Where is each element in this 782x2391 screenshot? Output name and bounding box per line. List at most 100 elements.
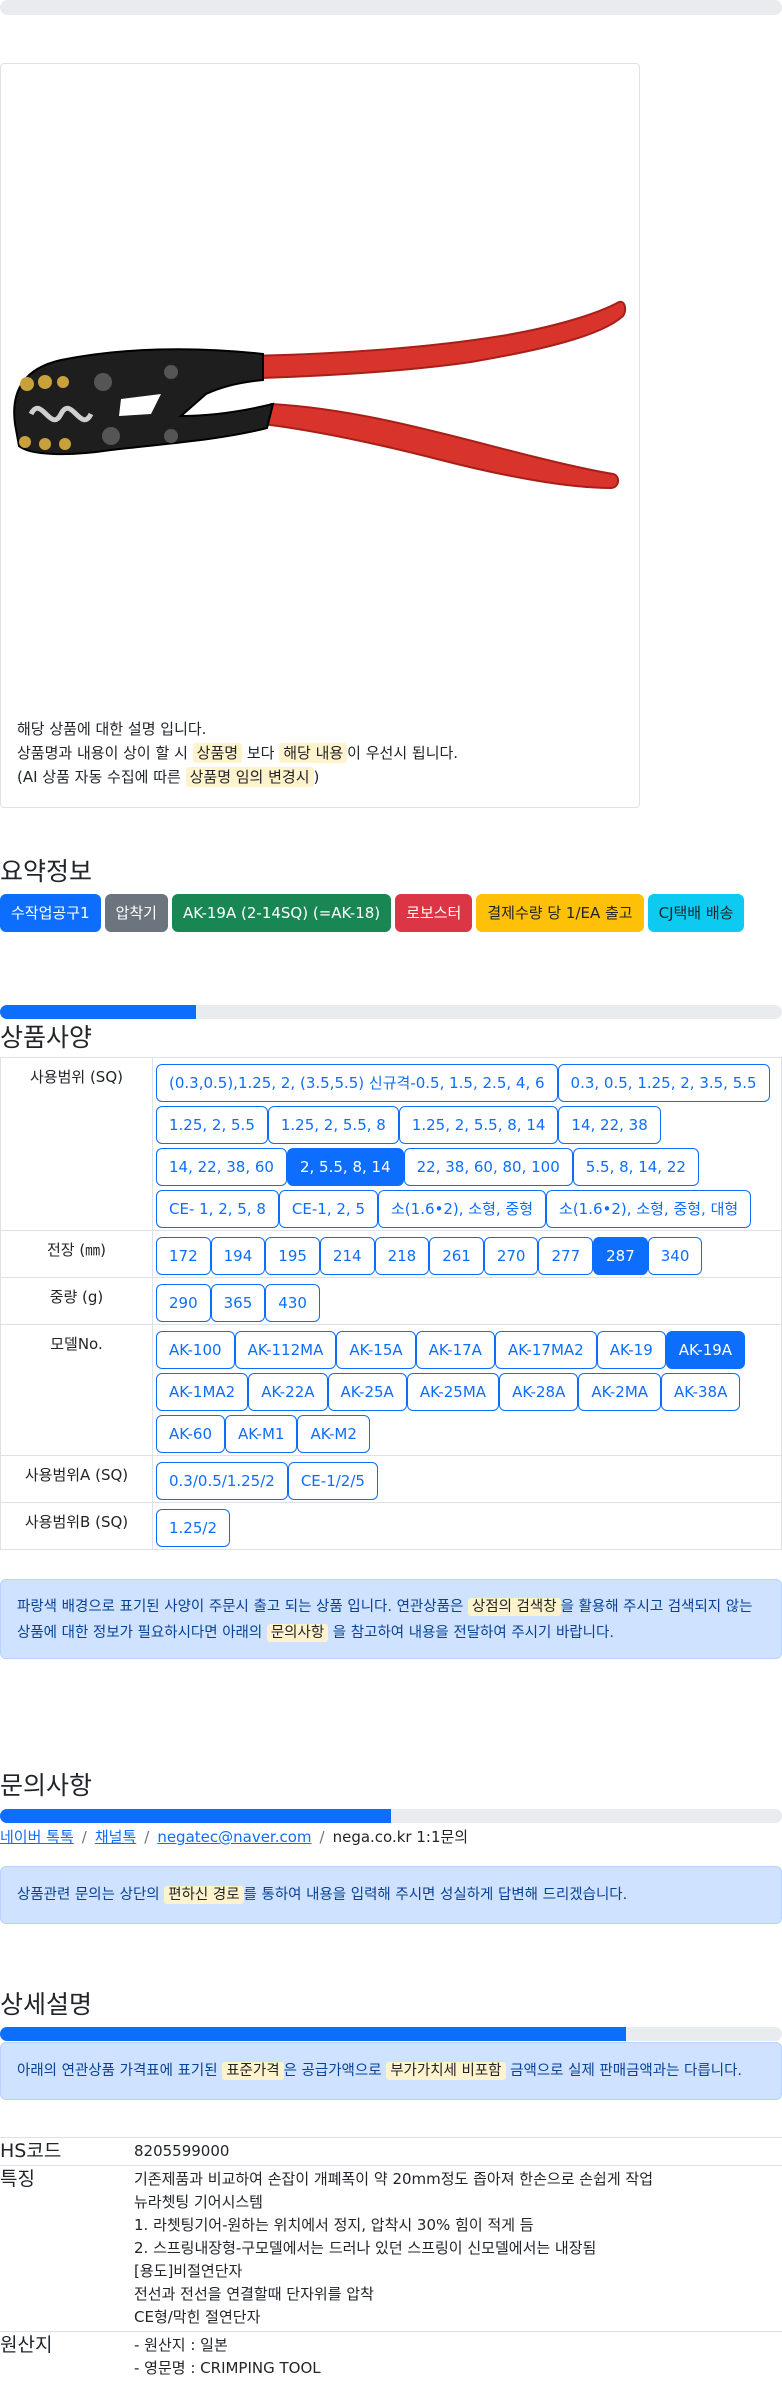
info-row: HS코드 8205599000 <box>0 2137 782 2166</box>
spec-option-button[interactable]: 1.25, 2, 5.5, 8, 14 <box>398 1106 559 1144</box>
notice-text: 이 우선시 됩니다. <box>347 744 459 762</box>
crimping-tool-image <box>13 300 627 490</box>
info-value-line: 전선과 전선을 연결할때 단자위를 압착 <box>134 2285 374 2303</box>
summary-badge: 압착기 <box>104 894 168 932</box>
spec-option-button[interactable]: 1.25, 2, 5.5, 8 <box>267 1106 399 1144</box>
spec-options: 0.3/0.5/1.25/2 CE-1/2/5 <box>152 1455 782 1503</box>
spec-option-button[interactable]: AK-112MA <box>234 1331 337 1369</box>
spec-option-button[interactable]: CE-1/2/5 <box>287 1462 378 1500</box>
summary-badge: AK-19A (2-14SQ) (=AK-18) <box>171 894 392 932</box>
spec-options: 1.25/2 <box>152 1502 782 1550</box>
spec-option-button[interactable]: CE- 1, 2, 5, 8 <box>156 1190 279 1228</box>
spec-option-button[interactable]: AK-17A <box>415 1331 495 1369</box>
spec-options: 172 194 195 214 218 261 270 277 287 340 <box>152 1230 782 1278</box>
spec-option-button[interactable]: 194 <box>210 1237 266 1275</box>
spec-option-button[interactable]: 0.3, 0.5, 1.25, 2, 3.5, 5.5 <box>557 1064 770 1102</box>
spec-option-button[interactable]: 14, 22, 38 <box>558 1106 661 1144</box>
spec-option-button[interactable]: AK-M1 <box>225 1415 298 1453</box>
spec-row: 사용범위B (SQ) 1.25/2 <box>0 1502 782 1550</box>
spec-options: (0.3,0.5),1.25, 2, (3.5,5.5) 신규격-0.5, 1.… <box>152 1057 782 1231</box>
spec-option-button[interactable]: AK-28A <box>499 1373 579 1411</box>
spec-option-button[interactable]: 172 <box>156 1237 211 1275</box>
spec-option-button[interactable]: 365 <box>210 1284 266 1322</box>
breadcrumb-separator: / <box>81 1828 87 1846</box>
highlight-text: 상점의 검색창 <box>467 1598 561 1616</box>
spec-option-button[interactable]: AK-38A <box>661 1373 741 1411</box>
spec-option-button[interactable]: 0.3/0.5/1.25/2 <box>156 1462 288 1500</box>
detail-progress-bar <box>0 2027 782 2041</box>
inquiry-link[interactable]: negatec@naver.com <box>157 1828 311 1846</box>
spec-option-button[interactable]: 261 <box>429 1237 484 1275</box>
summary-title: 요약정보 <box>0 857 93 886</box>
info-key: HS코드 <box>0 2137 134 2166</box>
spec-option-button[interactable]: 1.25/2 <box>156 1509 230 1547</box>
spec-label: 전장 (㎜) <box>0 1230 153 1278</box>
spec-option-button[interactable]: 218 <box>374 1237 430 1275</box>
spec-option-button[interactable]: 287 <box>593 1237 648 1275</box>
inquiry-title: 문의사항 <box>0 1771 93 1800</box>
summary-badge: CJ택배 배송 <box>647 894 745 932</box>
spec-option-button[interactable]: 22, 38, 60, 80, 100 <box>403 1148 573 1186</box>
inquiry-channels: 네이버 톡톡 / 채널톡 / negatec@naver.com / nega.co.kr … <box>0 1826 468 1847</box>
spec-option-button[interactable]: AK-25A <box>327 1373 407 1411</box>
summary-badge: 수작업공구1 <box>0 894 101 932</box>
spec-option-button[interactable]: AK-17MA2 <box>494 1331 597 1369</box>
top-progress-bar <box>0 0 782 15</box>
spec-option-button[interactable]: AK-M2 <box>297 1415 370 1453</box>
spec-option-button[interactable]: AK-2MA <box>578 1373 662 1411</box>
detail-title: 상세설명 <box>0 1990 93 2019</box>
spec-option-button[interactable]: AK-19A <box>665 1331 746 1369</box>
summary-badge: 결제수량 당 1/EA 출고 <box>476 894 644 932</box>
spec-option-button[interactable]: 14, 22, 38, 60 <box>156 1148 287 1186</box>
spec-option-button[interactable]: 214 <box>319 1237 375 1275</box>
spec-option-button[interactable]: 소(1.6•2), 소형, 중형 <box>378 1190 547 1228</box>
info-value-line: 기존제품과 비교하여 손잡이 개폐폭이 약 20mm정도 좁아져 한손으로 손쉽… <box>134 2170 654 2188</box>
info-value-line: CE형/막힌 절연단자 <box>134 2308 261 2326</box>
spec-option-button[interactable]: CE-1, 2, 5 <box>278 1190 378 1228</box>
spec-label: 사용범위 (SQ) <box>0 1057 153 1231</box>
spec-option-button[interactable]: 소(1.6•2), 소형, 중형, 대형 <box>546 1190 752 1228</box>
info-value-line: - 영문명 : CRIMPING TOOL <box>134 2359 321 2377</box>
spec-option-button[interactable]: 2, 5.5, 8, 14 <box>286 1148 404 1186</box>
spec-option-button[interactable]: 270 <box>483 1237 539 1275</box>
spec-option-button[interactable]: AK-19 <box>596 1331 666 1369</box>
spec-option-button[interactable]: AK-1MA2 <box>156 1373 249 1411</box>
inquiry-current: nega.co.kr 1:1문의 <box>332 1828 469 1846</box>
specs-table: 사용범위 (SQ) (0.3,0.5),1.25, 2, (3.5,5.5) 신규… <box>0 1057 782 1550</box>
highlight-text: 부가가치세 비포함 <box>386 2062 506 2080</box>
spec-option-button[interactable]: AK-100 <box>156 1331 235 1369</box>
info-value-line: 2. 스프링내장형-구모델에서는 드러나 있던 스프링이 신모델에서는 내장됨 <box>134 2239 597 2257</box>
notice-text: 을 참고하여 내용을 전달하여 주시기 바랍니다. <box>328 1625 614 1641</box>
spec-label: 모델No. <box>0 1324 153 1456</box>
inquiry-link[interactable]: 네이버 톡톡 <box>0 1828 74 1846</box>
product-image-description: 해당 상품에 대한 설명 입니다. 상품명과 내용이 상이 할 시 상품명 보다 … <box>17 717 617 789</box>
spec-option-button[interactable]: (0.3,0.5),1.25, 2, (3.5,5.5) 신규격-0.5, 1.… <box>156 1064 558 1102</box>
specs-title: 상품사양 <box>0 1023 93 1052</box>
description-line: 상품명과 내용이 상이 할 시 상품명 보다 해당 내용 이 우선시 됩니다. <box>17 741 617 765</box>
spec-row: 중량 (g) 290 365 430 <box>0 1277 782 1325</box>
spec-label: 사용범위A (SQ) <box>0 1455 153 1503</box>
spec-option-button[interactable]: 1.25, 2, 5.5 <box>156 1106 268 1144</box>
info-value-line: 뉴라쳇팅 기어시스템 <box>134 2193 263 2211</box>
spec-option-button[interactable]: AK-25MA <box>406 1373 500 1411</box>
inquiry-link[interactable]: 채널톡 <box>95 1828 136 1846</box>
spec-option-button[interactable]: 340 <box>647 1237 703 1275</box>
spec-option-button[interactable]: 195 <box>265 1237 320 1275</box>
product-image-card: 해당 상품에 대한 설명 입니다. 상품명과 내용이 상이 할 시 상품명 보다 … <box>0 63 640 808</box>
spec-option-button[interactable]: 290 <box>156 1284 211 1322</box>
highlight-text: 표준가격 <box>222 2062 284 2080</box>
notice-text: 은 공급가액으로 <box>283 2063 387 2079</box>
info-key: 원산지 <box>0 2331 134 2382</box>
notice-text: 파랑색 배경으로 표기된 사양이 주문시 출고 되는 상품 입니다. 연관상품은 <box>17 1599 468 1615</box>
description-line: (AI 상품 자동 수집에 따른 상품명 임의 변경시) <box>17 765 617 789</box>
spec-option-button[interactable]: AK-60 <box>156 1415 226 1453</box>
highlight-text: 상품명 임의 변경시 <box>185 767 314 787</box>
info-row: 원산지 - 원산지 : 일본 - 영문명 : CRIMPING TOOL <box>0 2331 782 2382</box>
spec-option-button[interactable]: 430 <box>265 1284 320 1322</box>
spec-option-button[interactable]: 277 <box>538 1237 594 1275</box>
spec-option-button[interactable]: AK-15A <box>336 1331 416 1369</box>
product-info-table: HS코드 8205599000 특징 기존제품과 비교하여 손잡이 개폐폭이 약 20… <box>0 2137 782 2382</box>
spec-option-button[interactable]: 5.5, 8, 14, 22 <box>572 1148 699 1186</box>
spec-option-button[interactable]: AK-22A <box>248 1373 328 1411</box>
notice-text: 상품명과 내용이 상이 할 시 <box>17 744 193 762</box>
